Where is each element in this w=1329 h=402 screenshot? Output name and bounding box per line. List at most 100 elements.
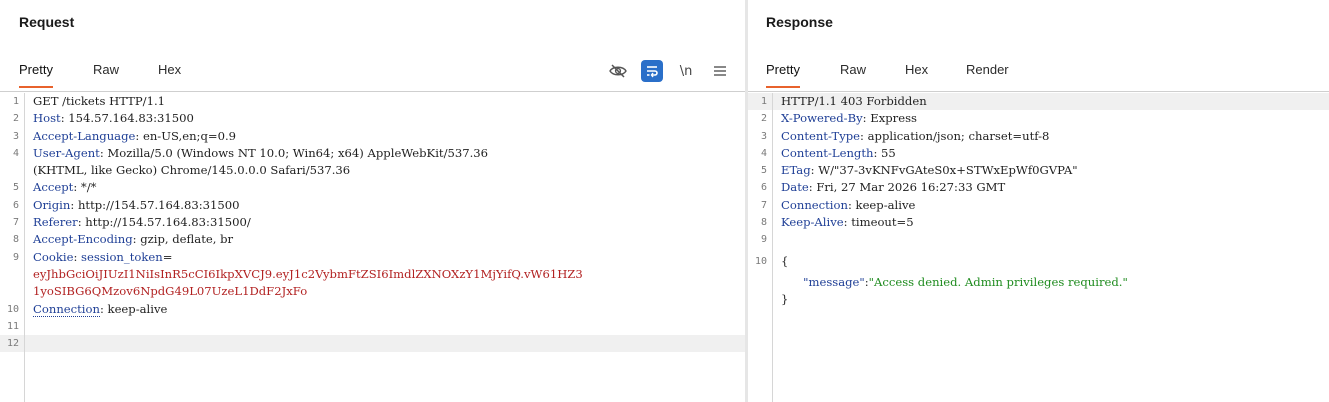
request-code-line[interactable]: 9 Cookie: session_token= — [0, 248, 745, 266]
response-code-line[interactable]: 1 HTTP/1.1 403 Forbidden — [748, 93, 1329, 111]
code-text: } — [781, 292, 789, 307]
line-number: 6 — [12, 199, 19, 211]
code-text: GET /tickets HTTP/1.1 — [33, 94, 166, 108]
code-token-hname: Keep-Alive — [781, 215, 844, 230]
request-editor[interactable]: 1 GET /tickets HTTP/1.1 2 Host: 154.57.164.… — [0, 93, 745, 402]
line-gutter — [0, 162, 25, 180]
request-code-line[interactable]: 3 Accept-Language: en-US,en;q=0.9 — [0, 127, 745, 145]
request-code-line[interactable]: 5 Accept: */* — [0, 179, 745, 197]
response-code-line[interactable]: 5 ETag: W/"37-3vKNFvGAteS0x+STWxEpWf0GVPA… — [748, 162, 1329, 180]
code-text: HTTP/1.1 403 Forbidden — [781, 94, 927, 108]
request-code-line[interactable]: 6 Origin: http://154.57.164.83:31500 — [0, 196, 745, 215]
code-text: : keep-alive — [847, 197, 916, 212]
line-number: 5 — [760, 165, 767, 177]
line-number: 6 — [760, 182, 767, 194]
line-number: 10 — [754, 255, 767, 267]
hamburger-menu-icon[interactable] — [709, 60, 731, 82]
line-gutter: 11 — [0, 317, 25, 336]
line-number: 10 — [6, 303, 19, 315]
response-tabbar: Pretty Raw Hex Render — [748, 52, 1329, 92]
response-code-line[interactable]: 2 X-Powered-By: Express — [748, 110, 1329, 128]
request-code-line[interactable]: eyJhbGciOiJIUzI1NiIsInR5cCI6IkpXVCJ9.eyJ… — [0, 265, 745, 284]
request-code-line[interactable]: 1yoSIBG6QMzov6NpdG49L07UzeL1DdF2JxFo — [0, 283, 745, 301]
line-number: 7 — [760, 199, 767, 211]
response-tab-render[interactable]: Render — [966, 62, 1009, 86]
request-tab-pretty[interactable]: Pretty — [19, 62, 53, 88]
code-text: : gzip, deflate, br — [132, 232, 234, 247]
request-code-line[interactable]: 4 User-Agent: Mozilla/5.0 (Windows NT 10.… — [0, 144, 745, 163]
line-gutter: 8 — [748, 214, 773, 232]
response-code-line[interactable]: } — [748, 291, 1329, 309]
code-token-cval: 1yoSIBG6QMzov6NpdG49L07UzeL1DdF2JxFo — [33, 284, 308, 299]
line-code: Accept-Language: en-US,en;q=0.9 — [33, 128, 236, 145]
response-code-line[interactable]: 6 Date: Fri, 27 Mar 2026 16:27:33 GMT — [748, 179, 1329, 197]
line-gutter: 1 — [0, 93, 25, 111]
response-tab-pretty[interactable]: Pretty — [766, 62, 800, 88]
line-gutter: 6 — [748, 179, 773, 197]
line-gutter: 12 — [0, 335, 25, 353]
response-code-line[interactable]: 4 Content-Length: 55 — [748, 144, 1329, 163]
response-code-line[interactable]: 10 { — [748, 252, 1329, 270]
code-token-hname: Accept — [33, 180, 74, 195]
code-token-hname: Date — [781, 180, 809, 195]
request-code-line[interactable]: 1 GET /tickets HTTP/1.1 — [0, 93, 745, 111]
code-text: : en-US,en;q=0.9 — [135, 128, 237, 143]
response-code-line[interactable]: "message":"Access denied. Admin privileg… — [748, 273, 1329, 292]
code-text: : http://154.57.164.83:31500/ — [77, 215, 251, 230]
line-code: Cookie: session_token= — [33, 249, 172, 266]
response-editor[interactable]: 1 HTTP/1.1 403 Forbidden 2 X-Powered-By: Ex… — [748, 93, 1329, 402]
code-token-jkey: "message" — [803, 274, 865, 289]
line-code: } — [781, 291, 788, 308]
response-code-line[interactable]: 7 Connection: keep-alive — [748, 196, 1329, 215]
response-tab-hex[interactable]: Hex — [905, 62, 928, 86]
request-code-line[interactable]: 12 — [0, 335, 745, 353]
request-code-line[interactable]: 8 Accept-Encoding: gzip, deflate, br — [0, 231, 745, 249]
line-code: Referer: http://154.57.164.83:31500/ — [33, 214, 251, 231]
response-code-line[interactable]: 9 — [748, 231, 1329, 249]
request-tab-hex[interactable]: Hex — [158, 62, 181, 86]
line-code: 1yoSIBG6QMzov6NpdG49L07UzeL1DdF2JxFo — [33, 283, 307, 300]
request-tab-raw[interactable]: Raw — [93, 62, 119, 86]
code-token-hname: Accept-Language — [33, 128, 136, 143]
newline-toggle[interactable]: \n — [675, 60, 697, 82]
line-code: User-Agent: Mozilla/5.0 (Windows NT 10.0… — [33, 145, 488, 162]
line-number: 3 — [12, 130, 19, 142]
line-number: 12 — [6, 338, 19, 350]
code-token-hname: ETag — [781, 163, 811, 178]
eye-slash-icon[interactable] — [607, 60, 629, 82]
line-number: 9 — [760, 234, 767, 246]
line-code: Accept: */* — [33, 179, 96, 196]
line-code: HTTP/1.1 403 Forbidden — [781, 93, 927, 110]
line-gutter: 4 — [748, 144, 773, 163]
code-text: : Express — [862, 111, 917, 126]
request-toolbar: \n — [595, 60, 731, 82]
line-number: 4 — [760, 147, 767, 159]
request-code-line[interactable]: 10 Connection: keep-alive — [0, 300, 745, 318]
line-gutter: 3 — [748, 127, 773, 145]
request-code-line[interactable]: 11 — [0, 317, 745, 336]
request-code-line[interactable]: 7 Referer: http://154.57.164.83:31500/ — [0, 214, 745, 232]
line-gutter: 2 — [0, 110, 25, 128]
code-text: : — [73, 249, 82, 264]
line-gutter — [0, 265, 25, 284]
code-text: : W/"37-3vKNFvGAteS0x+STWxEpWf0GVPA" — [810, 163, 1078, 178]
response-tab-raw[interactable]: Raw — [840, 62, 866, 86]
request-code-line[interactable]: (KHTML, like Gecko) Chrome/145.0.0.0 Saf… — [0, 162, 745, 180]
line-code: Connection: keep-alive — [781, 197, 915, 214]
line-code: Keep-Alive: timeout=5 — [781, 214, 914, 231]
request-code-line[interactable]: 2 Host: 154.57.164.83:31500 — [0, 110, 745, 128]
line-code: GET /tickets HTTP/1.1 — [33, 93, 165, 110]
response-code-line[interactable]: 3 Content-Type: application/json; charset… — [748, 127, 1329, 145]
line-code: Content-Length: 55 — [781, 145, 896, 162]
line-gutter: 5 — [0, 179, 25, 197]
code-token-hname: Cookie — [33, 249, 74, 264]
line-number: 8 — [760, 217, 767, 229]
code-token-hname: X-Powered-By — [781, 111, 863, 126]
line-gutter — [748, 273, 773, 292]
response-code-line[interactable]: 8 Keep-Alive: timeout=5 — [748, 214, 1329, 232]
line-number: 1 — [12, 96, 19, 107]
line-code: Content-Type: application/json; charset=… — [781, 128, 1049, 145]
line-code: X-Powered-By: Express — [781, 110, 917, 127]
wrap-lines-icon[interactable] — [641, 60, 663, 82]
line-number: 5 — [12, 182, 19, 194]
